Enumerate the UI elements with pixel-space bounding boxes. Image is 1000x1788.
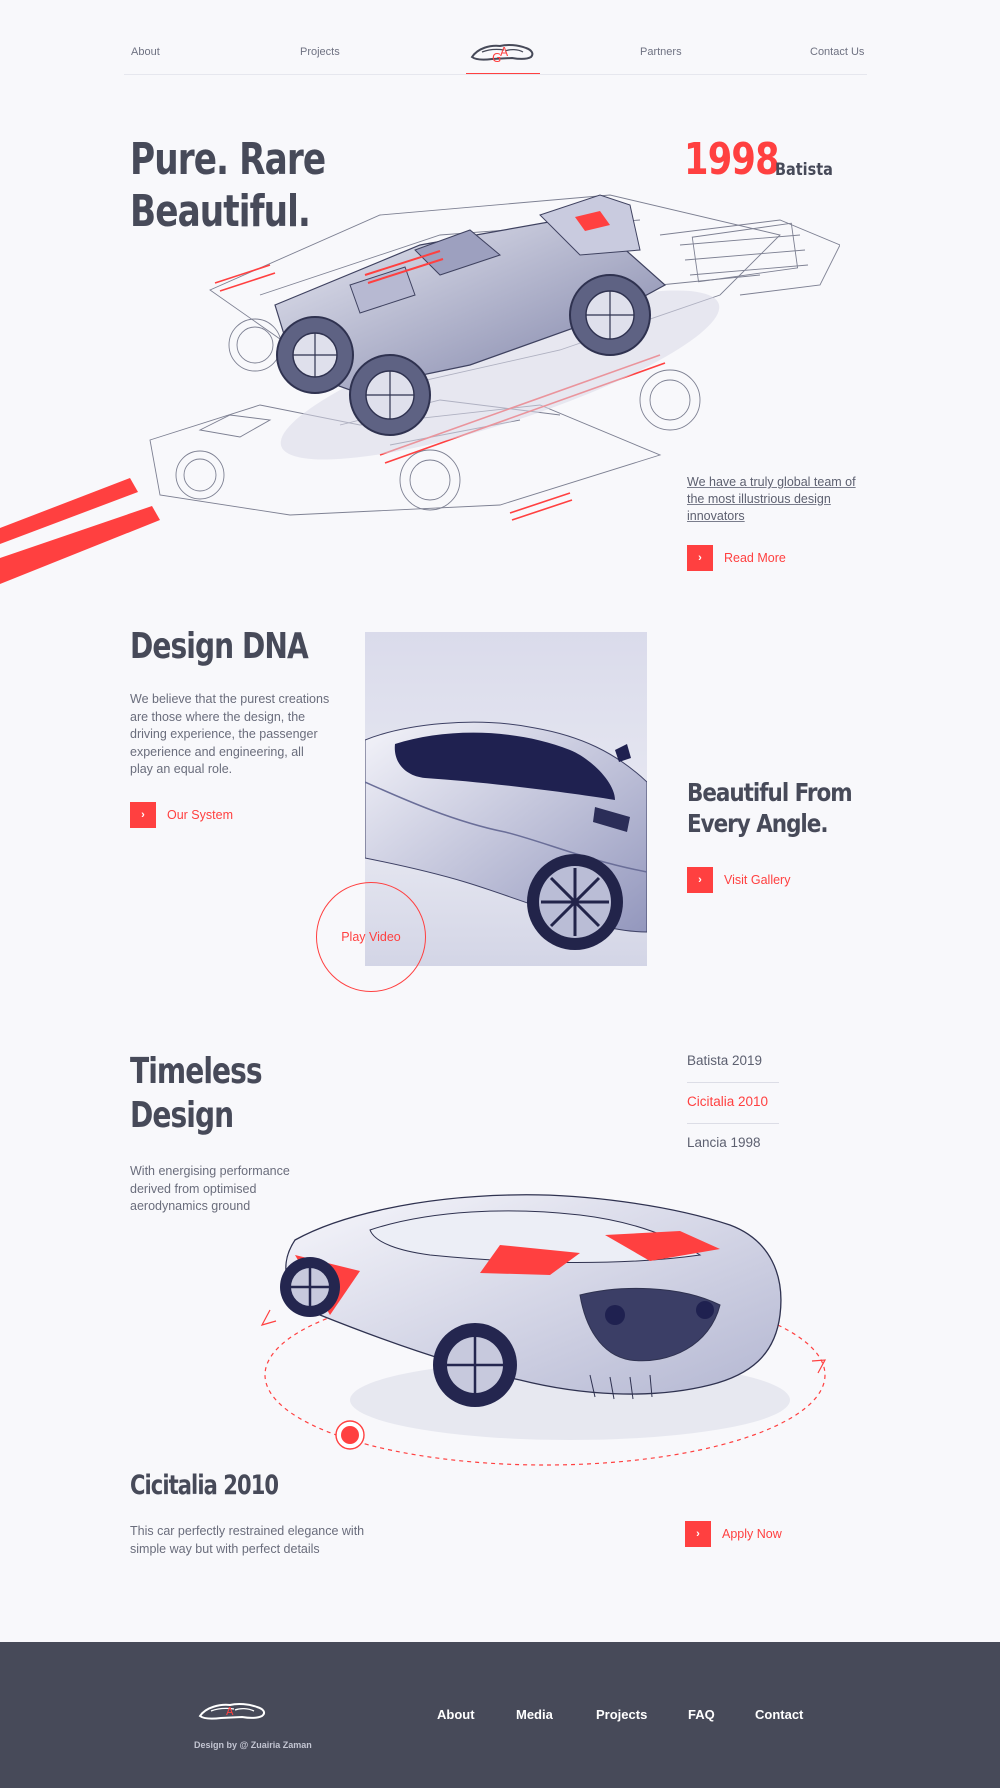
global-team-text[interactable]: We have a truly global team of the most … — [687, 474, 857, 525]
chevron-right-icon: › — [687, 545, 713, 571]
model-divider — [687, 1082, 779, 1083]
footer-projects-link[interactable]: Projects — [596, 1707, 647, 1722]
model-item-batista-2019[interactable]: Batista 2019 — [687, 1053, 762, 1068]
svg-text:A: A — [226, 1705, 234, 1718]
nav-divider — [124, 74, 867, 75]
play-video-button[interactable]: Play Video — [316, 882, 426, 992]
car-logo-icon[interactable]: A — [196, 1696, 270, 1728]
footer — [0, 1642, 1000, 1788]
footer-credit: Design by @ Zuairia Zaman — [194, 1740, 312, 1750]
nav-projects-link[interactable]: Projects — [300, 46, 340, 58]
car-description: This car perfectly restrained elegance w… — [130, 1524, 365, 1556]
design-dna-title: Design DNA — [130, 626, 309, 667]
car-name-title: Cicitalia 2010 — [130, 1470, 279, 1501]
footer-media-link[interactable]: Media — [516, 1707, 553, 1722]
cicitalia-car-illustration — [250, 1185, 840, 1475]
our-system-button[interactable]: › Our System — [130, 802, 233, 828]
every-angle-title: Beautiful From Every Angle. — [687, 778, 853, 838]
model-item-lancia-1998[interactable]: Lancia 1998 — [687, 1135, 761, 1150]
chevron-right-icon: › — [130, 802, 156, 828]
visit-gallery-button[interactable]: › Visit Gallery — [687, 867, 790, 893]
footer-about-link[interactable]: About — [437, 1707, 475, 1722]
model-divider — [687, 1123, 779, 1124]
nav-about-link[interactable]: About — [131, 46, 160, 58]
chevron-right-icon: › — [685, 1521, 711, 1547]
footer-contact-link[interactable]: Contact — [755, 1707, 803, 1722]
footer-faq-link[interactable]: FAQ — [688, 1707, 715, 1722]
apply-now-button[interactable]: › Apply Now — [685, 1521, 782, 1547]
model-item-cicitalia-2010[interactable]: Cicitalia 2010 — [687, 1094, 768, 1109]
svg-text:A: A — [500, 45, 509, 59]
read-more-button[interactable]: › Read More — [687, 545, 786, 571]
timeless-design-title: Timeless Design — [130, 1051, 263, 1136]
design-dna-body: We believe that the purest creations are… — [130, 692, 330, 776]
nav-contact-link[interactable]: Contact Us — [810, 46, 864, 58]
chevron-right-icon: › — [687, 867, 713, 893]
nav-partners-link[interactable]: Partners — [640, 46, 682, 58]
car-logo-icon[interactable]: G A — [468, 38, 538, 68]
